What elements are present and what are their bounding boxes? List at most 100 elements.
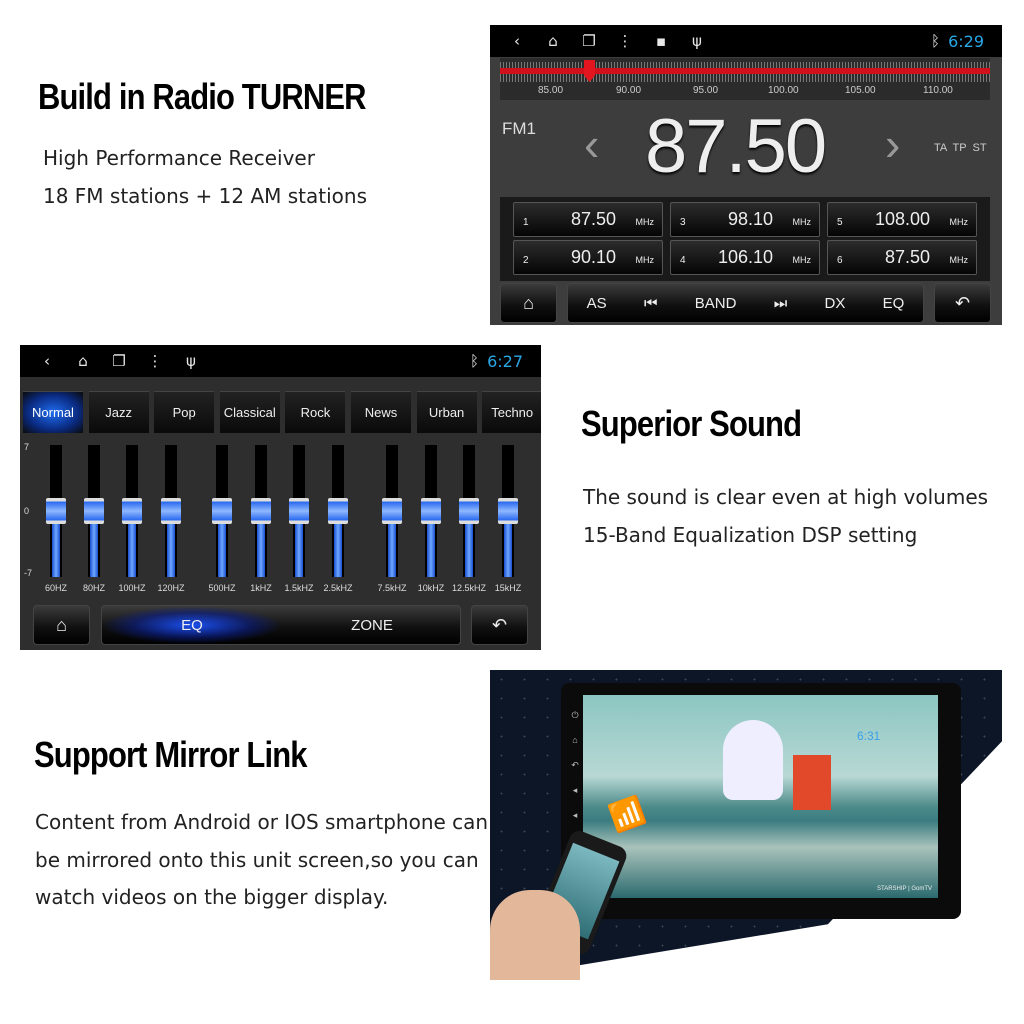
rds-flags: TA TP ST <box>934 142 987 154</box>
radio-controls: AS ⏮ BAND ⏭ DX EQ <box>567 283 924 323</box>
eq-slider-100hz[interactable] <box>122 445 142 577</box>
band-button[interactable]: BAND <box>695 295 737 312</box>
eq-slider-15khz[interactable] <box>498 445 518 577</box>
text-line: 18 FM stations + 12 AM stations <box>43 183 367 208</box>
preset-4[interactable]: 4 106.10 MHz <box>670 240 820 275</box>
hand <box>490 890 580 980</box>
home-button[interactable]: ⌂ <box>500 283 557 323</box>
slider-knob[interactable] <box>498 498 518 524</box>
bluetooth-icon: ᛒ <box>469 352 479 370</box>
eq-slider-2.5khz[interactable] <box>328 445 348 577</box>
eq-slider-80hz[interactable] <box>84 445 104 577</box>
eq-band-label: 120HZ <box>157 583 185 593</box>
text-line: Content from Android or IOS smartphone c… <box>35 810 489 834</box>
home-icon: ⌂ <box>56 614 67 635</box>
preset-5[interactable]: 5 108.00 MHz <box>827 202 977 237</box>
more-icon[interactable]: ⋮ <box>616 32 634 50</box>
frequency-display: 87.50 <box>645 104 827 189</box>
back-icon[interactable]: ‹ <box>38 352 56 370</box>
scale-label: 100.00 <box>768 85 799 96</box>
axis-max: 7 <box>24 442 30 452</box>
clock: 6:27 <box>487 351 523 371</box>
eq-zone-tabs: EQ ZONE <box>101 605 461 645</box>
slider-knob[interactable] <box>289 498 309 524</box>
scale-label: 110.00 <box>923 85 953 96</box>
bluetooth-icon: ᛒ <box>930 32 940 50</box>
slider-knob[interactable] <box>328 498 348 524</box>
band-label: FM1 <box>502 119 536 138</box>
eq-slider-7.5khz[interactable] <box>382 445 402 577</box>
eq-slider-12.5khz[interactable] <box>459 445 479 577</box>
axis-mid: 0 <box>24 506 30 516</box>
seek-up-button[interactable]: › <box>885 117 900 171</box>
tab-eq[interactable]: EQ <box>102 606 282 644</box>
back-button[interactable]: ↶ <box>934 283 991 323</box>
eq-slider-120hz[interactable] <box>161 445 181 577</box>
text-line: High Performance Receiver <box>43 146 315 170</box>
preset-6[interactable]: 6 87.50 MHz <box>827 240 977 275</box>
home-icon: ⌂ <box>523 292 534 313</box>
slider-knob[interactable] <box>251 498 271 524</box>
eq-preset-jazz[interactable]: Jazz <box>88 391 149 433</box>
airplane <box>723 720 783 800</box>
image-icon: ▪ <box>655 32 667 50</box>
tab-zone[interactable]: ZONE <box>282 606 462 644</box>
home-icon[interactable]: ⌂ <box>74 352 92 370</box>
slider-knob[interactable] <box>46 498 66 524</box>
eq-preset-normal[interactable]: Normal <box>23 391 83 433</box>
dx-button[interactable]: DX <box>825 295 846 312</box>
tuner-scale[interactable]: 85.00 90.00 95.00 100.00 105.00 110.00 <box>500 58 990 100</box>
scale-label: 90.00 <box>616 85 642 96</box>
axis-min: -7 <box>24 568 33 578</box>
status-bar: ‹ ⌂ ❐ ⋮ ▪ ψ ᛒ 6:29 <box>490 25 1002 57</box>
undo-icon: ↶ <box>491 614 508 635</box>
recent-apps-icon[interactable]: ❐ <box>110 352 128 370</box>
slider-knob[interactable] <box>84 498 104 524</box>
slider-knob[interactable] <box>212 498 232 524</box>
as-button[interactable]: AS <box>587 295 607 312</box>
scale-label: 95.00 <box>693 85 719 96</box>
seek-down-button[interactable]: ‹ <box>584 117 599 171</box>
sound-section-text: The sound is clear even at high volumes … <box>583 479 988 554</box>
watermark: STARSHIP | GomTV <box>876 886 932 892</box>
home-icon[interactable]: ⌂ <box>544 32 562 50</box>
eq-preset-classical[interactable]: Classical <box>219 391 280 433</box>
preset-2[interactable]: 2 90.10 MHz <box>513 240 663 275</box>
eq-preset-techno[interactable]: Techno <box>482 391 541 433</box>
slider-knob[interactable] <box>421 498 441 524</box>
eq-preset-rock[interactable]: Rock <box>285 391 346 433</box>
prev-icon[interactable]: ⏮ <box>644 295 658 312</box>
eq-preset-urban[interactable]: Urban <box>416 391 477 433</box>
usb-icon: ψ <box>186 352 196 370</box>
back-icon[interactable]: ‹ <box>508 32 526 50</box>
scale-label: 85.00 <box>538 85 564 96</box>
text-line: 15-Band Equalization DSP setting <box>583 522 918 547</box>
scale-label: 105.00 <box>845 85 876 96</box>
preset-3[interactable]: 3 98.10 MHz <box>670 202 820 237</box>
tuner-bar <box>500 68 990 74</box>
eq-slider-10khz[interactable] <box>421 445 441 577</box>
slider-knob[interactable] <box>161 498 181 524</box>
preset-1[interactable]: 1 87.50 MHz <box>513 202 663 237</box>
slider-knob[interactable] <box>382 498 402 524</box>
slider-knob[interactable] <box>122 498 142 524</box>
more-icon[interactable]: ⋮ <box>146 352 164 370</box>
eq-slider-1.5khz[interactable] <box>289 445 309 577</box>
eq-slider-60hz[interactable] <box>46 445 66 577</box>
slider-knob[interactable] <box>459 498 479 524</box>
eq-button[interactable]: EQ <box>883 295 905 312</box>
text-line: be mirrored onto this unit screen,so you… <box>35 847 479 872</box>
eq-band-label: 15kHZ <box>494 583 522 593</box>
eq-slider-1khz[interactable] <box>251 445 271 577</box>
home-button[interactable]: ⌂ <box>33 605 90 645</box>
marshaller <box>793 755 831 810</box>
radio-section-title: Build in Radio TURNER <box>38 76 367 117</box>
eq-preset-news[interactable]: News <box>351 391 411 433</box>
screen-clock: 6:31 <box>857 729 881 743</box>
eq-band-label: 2.5kHZ <box>323 583 353 593</box>
recent-apps-icon[interactable]: ❐ <box>580 32 598 50</box>
eq-preset-pop[interactable]: Pop <box>154 391 215 433</box>
eq-slider-500hz[interactable] <box>212 445 232 577</box>
next-icon[interactable]: ⏭ <box>774 295 788 312</box>
back-button[interactable]: ↶ <box>471 605 528 645</box>
